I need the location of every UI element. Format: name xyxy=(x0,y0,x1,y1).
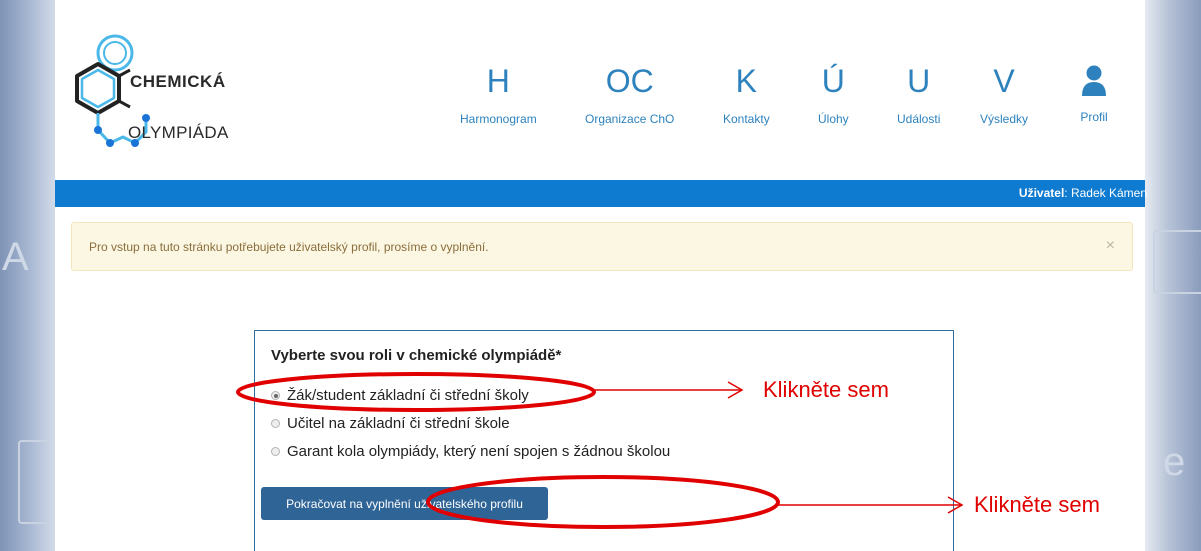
nav-label: Organizace ChO xyxy=(585,112,675,126)
current-user[interactable]: Uživatel: Radek Kámen xyxy=(1019,186,1147,200)
nav-harmonogram[interactable]: H Harmonogram xyxy=(460,62,537,126)
nav-letter: K xyxy=(735,63,758,99)
background-decoration xyxy=(18,440,50,524)
background-left: A xyxy=(0,0,55,551)
nav-vysledky[interactable]: V Výsledky xyxy=(980,62,1028,126)
close-icon[interactable]: × xyxy=(1106,237,1115,255)
logo-text-line1: CHEMICKÁ xyxy=(130,72,226,91)
nav-kontakty[interactable]: K Kontakty xyxy=(723,62,770,126)
background-decoration: A xyxy=(2,235,29,279)
nav-label: Události xyxy=(897,112,941,126)
user-separator: : xyxy=(1064,186,1071,200)
page: CHEMICKÁ OLYMPIÁDA H Harmonogram OC Orga… xyxy=(55,0,1147,551)
nav-letter: V xyxy=(993,63,1015,99)
annotation-click-here-2: Klikněte sem xyxy=(974,492,1100,517)
radio-button[interactable] xyxy=(271,391,280,400)
role-form-title: Vyberte svou roli v chemické olympiádě* xyxy=(271,347,562,364)
nav-letter: Ú xyxy=(821,63,845,99)
alert-message: Pro vstup na tuto stránku potřebujete už… xyxy=(89,240,489,254)
logo-text-line2: OLYMPIÁDA xyxy=(128,123,229,142)
nav-ulohy[interactable]: Ú Úlohy xyxy=(818,62,849,126)
nav-label: Harmonogram xyxy=(460,112,537,126)
role-option-guarantor[interactable]: Garant kola olympiády, který není spojen… xyxy=(271,443,670,460)
background-decoration xyxy=(1153,230,1201,294)
role-option-teacher[interactable]: Učitel na základní či střední škole xyxy=(271,415,510,432)
user-name: Radek Kámen xyxy=(1070,186,1147,200)
nav-letter: U xyxy=(907,63,931,99)
background-right: e xyxy=(1145,0,1201,551)
nav-label: Kontakty xyxy=(723,112,770,126)
nav-label: Profil xyxy=(1080,110,1108,124)
warning-alert: Pro vstup na tuto stránku potřebujete už… xyxy=(71,222,1133,271)
nav-udalosti[interactable]: U Události xyxy=(897,62,940,126)
user-label: Uživatel xyxy=(1018,186,1065,200)
site-logo[interactable]: CHEMICKÁ OLYMPIÁDA xyxy=(60,20,260,160)
role-option-student[interactable]: Žák/student základní či střední školy xyxy=(271,387,529,404)
user-icon xyxy=(1079,62,1109,98)
nav-label: Úlohy xyxy=(818,112,849,126)
background-decoration: e xyxy=(1163,440,1186,484)
nav-letter: OC xyxy=(605,63,654,99)
nav-letter: H xyxy=(486,63,510,99)
nav-profil[interactable]: Profil xyxy=(1079,62,1109,124)
nav-label: Výsledky xyxy=(980,112,1029,126)
role-option-label: Učitel na základní či střední škole xyxy=(287,415,510,432)
radio-button[interactable] xyxy=(271,447,280,456)
continue-profile-button[interactable]: Pokračovat na vyplnění uživatelského pro… xyxy=(261,487,548,520)
user-bar: Uživatel: Radek Kámen xyxy=(55,180,1147,207)
annotation-click-here-1: Klikněte sem xyxy=(763,377,889,402)
radio-button[interactable] xyxy=(271,419,280,428)
role-option-label: Garant kola olympiády, který není spojen… xyxy=(287,443,671,460)
nav-organizace[interactable]: OC Organizace ChO xyxy=(585,62,674,126)
role-option-label: Žák/student základní či střední školy xyxy=(287,387,529,404)
